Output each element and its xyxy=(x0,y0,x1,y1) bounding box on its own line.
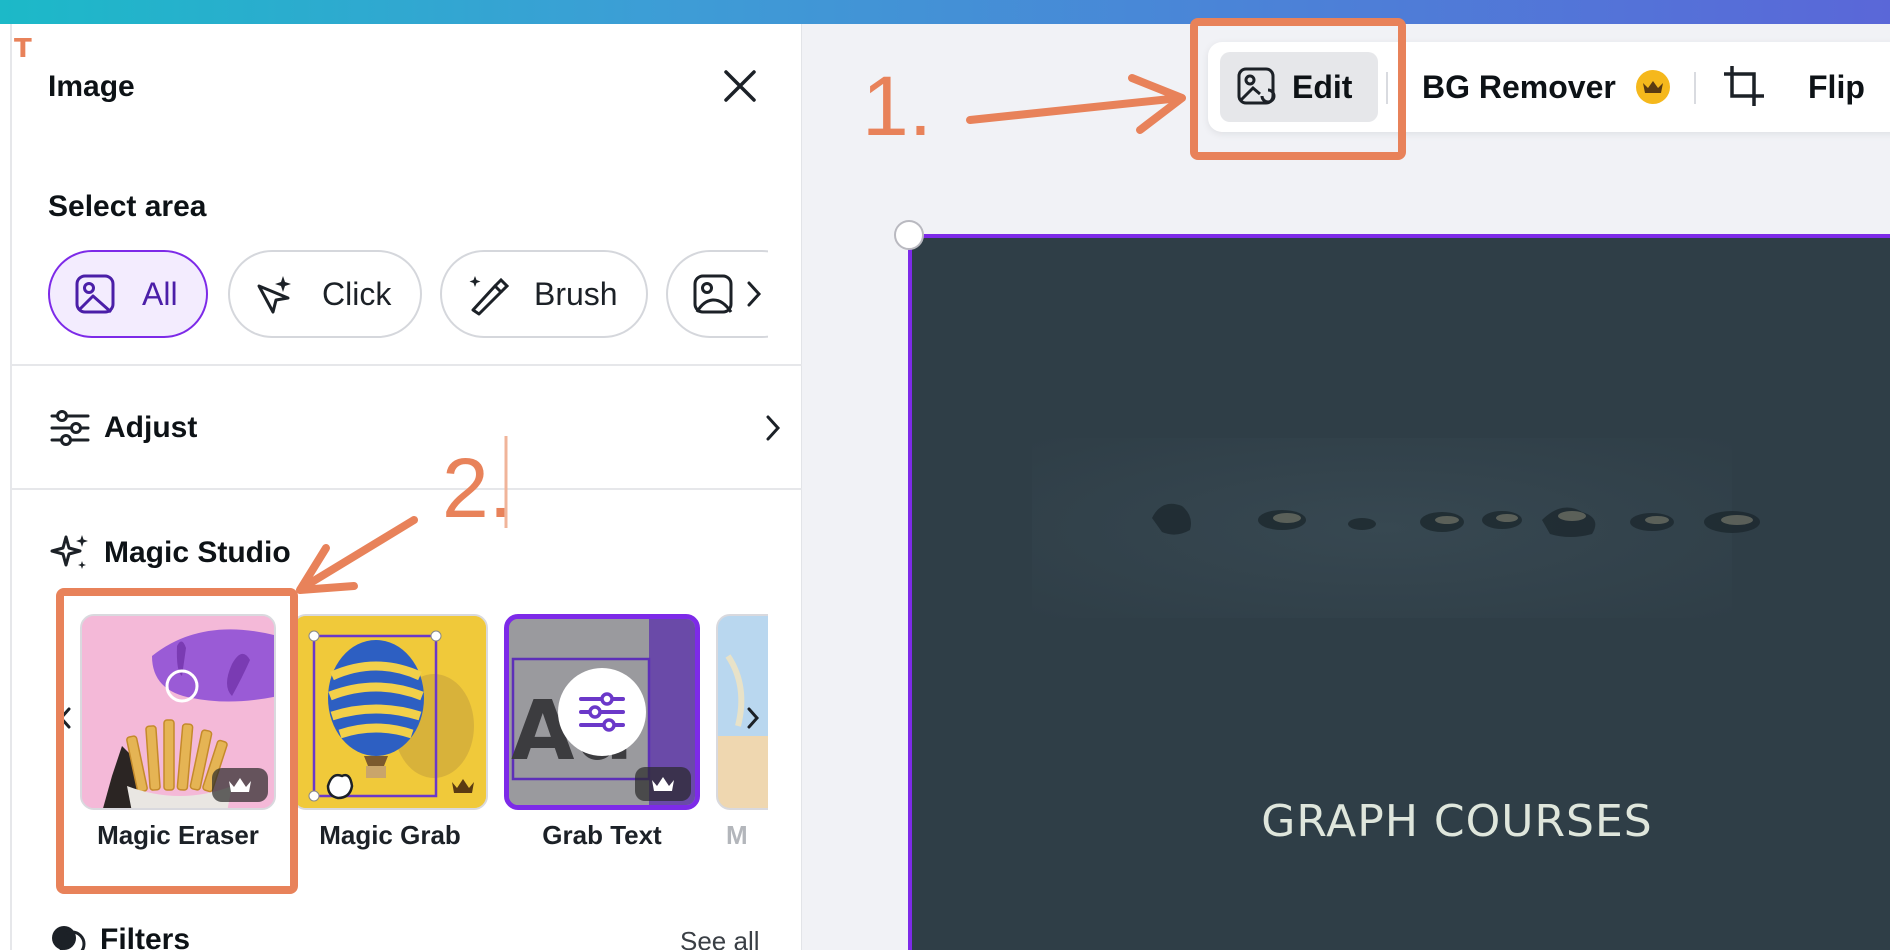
select-area-chips: All Click Brush xyxy=(48,250,768,338)
top-gradient-bar xyxy=(0,0,1890,24)
filters-icon xyxy=(52,926,86,950)
divider xyxy=(12,364,802,366)
image-icon xyxy=(72,271,118,317)
filters-label: Filters xyxy=(100,923,191,950)
chip-all[interactable]: All xyxy=(48,250,208,338)
canvas-text-graph-courses[interactable]: GRAPH COURSES xyxy=(912,796,1890,847)
chip-click-label: Click xyxy=(322,275,392,312)
canvas-selected-image[interactable]: GRAPH COURSES xyxy=(908,234,1890,950)
annotation-t-mark: T xyxy=(14,34,32,64)
tiles-scroll-right[interactable] xyxy=(736,696,768,740)
filters-header: Filters xyxy=(48,920,190,950)
close-button[interactable] xyxy=(716,62,764,110)
chevron-right-icon xyxy=(747,707,760,729)
sparkles-icon xyxy=(50,535,88,569)
chip-all-label: All xyxy=(142,275,178,312)
premium-badge xyxy=(635,767,691,801)
panel-edge xyxy=(10,24,12,950)
magic-studio-label: Magic Studio xyxy=(104,536,291,569)
magic-studio-header: Magic Studio xyxy=(48,525,291,581)
annotation-box-magic-eraser xyxy=(56,588,298,894)
flip-label: Flip xyxy=(1808,68,1865,105)
bg-remover-button[interactable]: BG Remover xyxy=(1422,52,1670,122)
chip-brush[interactable]: Brush xyxy=(440,250,648,338)
chevron-right-icon xyxy=(758,408,788,448)
annotation-step-1: 1. xyxy=(862,59,933,153)
ducks-silhouettes xyxy=(1152,503,1760,537)
magic-brush-icon xyxy=(464,271,510,317)
flip-button[interactable]: Flip xyxy=(1808,52,1865,122)
chip-brush-label: Brush xyxy=(534,275,618,312)
bg-remover-label: BG Remover xyxy=(1422,68,1616,105)
close-icon xyxy=(724,70,756,102)
adjust-label: Adjust xyxy=(104,411,198,444)
adjust-row[interactable]: Adjust xyxy=(48,400,781,456)
tile-grab-text-label: Grab Text xyxy=(542,820,662,850)
crop-icon xyxy=(1724,66,1764,106)
chevron-right-icon xyxy=(747,281,762,307)
toolbar-separator xyxy=(1694,72,1696,104)
tile-magic-grab-label: Magic Grab xyxy=(319,820,461,850)
tile-magic-grab[interactable] xyxy=(292,614,488,810)
crown-icon xyxy=(652,777,674,791)
chips-scroll-right[interactable] xyxy=(742,274,766,314)
crop-button[interactable] xyxy=(1720,62,1768,110)
image-icon xyxy=(690,271,736,317)
sliders-icon xyxy=(50,410,90,446)
chip-click[interactable]: Click xyxy=(228,250,422,338)
panel-title: Image xyxy=(48,70,135,103)
resize-handle[interactable] xyxy=(894,220,924,250)
crown-icon xyxy=(452,779,474,793)
tile-more-label: M xyxy=(726,820,748,850)
annotation-box-edit xyxy=(1190,18,1406,160)
tile-grab-text[interactable]: Ad xyxy=(504,614,700,810)
divider xyxy=(12,488,802,490)
sparkle-cursor-icon xyxy=(252,271,298,317)
select-area-label: Select area xyxy=(48,190,207,223)
filters-see-all-link[interactable]: See all xyxy=(680,926,760,950)
annotation-step-2: 2. xyxy=(442,441,513,535)
premium-crown-icon xyxy=(1635,70,1670,104)
